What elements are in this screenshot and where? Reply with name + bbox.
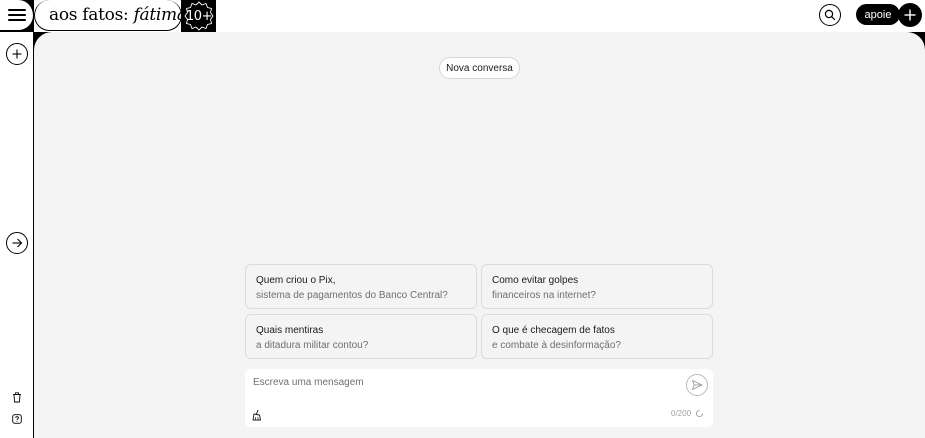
logo-main: aos fatos: bbox=[49, 5, 129, 25]
suggestion-title: O que é checagem de fatos bbox=[492, 325, 615, 336]
delete-button[interactable] bbox=[11, 391, 23, 403]
help-button[interactable] bbox=[11, 413, 23, 425]
suggestion-subtitle: e combate à desinformação? bbox=[492, 340, 621, 351]
plus-icon bbox=[904, 9, 916, 21]
add-button[interactable] bbox=[898, 3, 922, 27]
new-chat-button[interactable] bbox=[6, 43, 28, 65]
suggestion-title: Quem criou o Pix, bbox=[256, 275, 336, 286]
new-conversation-button[interactable]: Nova conversa bbox=[439, 57, 520, 79]
logo-italic: fátima bbox=[133, 5, 187, 25]
suggestion-card[interactable]: O que é checagem de fatos e combate à de… bbox=[481, 314, 713, 359]
message-composer: 0/200 bbox=[245, 369, 713, 427]
logo[interactable]: aos fatos: fátima bbox=[34, 0, 187, 31]
suggestion-subtitle: a ditadura militar contou? bbox=[256, 340, 369, 351]
suggestion-title: Como evitar golpes bbox=[492, 275, 579, 286]
suggestion-subtitle: sistema de pagamentos do Banco Central? bbox=[256, 290, 448, 301]
expand-sidebar-button[interactable] bbox=[6, 232, 28, 254]
suggestion-title: Quais mentiras bbox=[256, 325, 324, 336]
send-icon bbox=[692, 380, 703, 390]
apoie-button[interactable]: apoie bbox=[856, 4, 900, 25]
suggestion-card[interactable]: Quais mentiras a ditadura militar contou… bbox=[245, 314, 477, 359]
trash-icon bbox=[13, 391, 21, 402]
arrow-right-icon bbox=[12, 238, 23, 248]
hamburger-icon bbox=[7, 9, 26, 21]
top-bar: aos fatos: fátima 10+ apoie bbox=[0, 0, 925, 32]
help-icon bbox=[12, 414, 22, 424]
spinner-icon bbox=[695, 409, 704, 418]
message-input[interactable] bbox=[253, 374, 673, 390]
sidebar bbox=[0, 32, 34, 438]
anniversary-badge: 10+ bbox=[186, 8, 212, 24]
broom-icon[interactable] bbox=[251, 409, 263, 421]
search-icon bbox=[824, 9, 836, 21]
menu-button[interactable] bbox=[0, 0, 34, 31]
logo-text: aos fatos: fátima bbox=[49, 5, 187, 25]
chat-area: Nova conversa Quem criou o Pix, sistema … bbox=[34, 32, 925, 438]
suggestion-subtitle: financeiros na internet? bbox=[492, 290, 596, 301]
send-button[interactable] bbox=[686, 374, 708, 396]
search-button[interactable] bbox=[819, 4, 841, 26]
suggestion-card[interactable]: Como evitar golpes financeiros na intern… bbox=[481, 264, 713, 309]
suggestion-card[interactable]: Quem criou o Pix, sistema de pagamentos … bbox=[245, 264, 477, 309]
plus-circle-icon bbox=[12, 49, 22, 59]
character-counter: 0/200 bbox=[671, 409, 692, 418]
